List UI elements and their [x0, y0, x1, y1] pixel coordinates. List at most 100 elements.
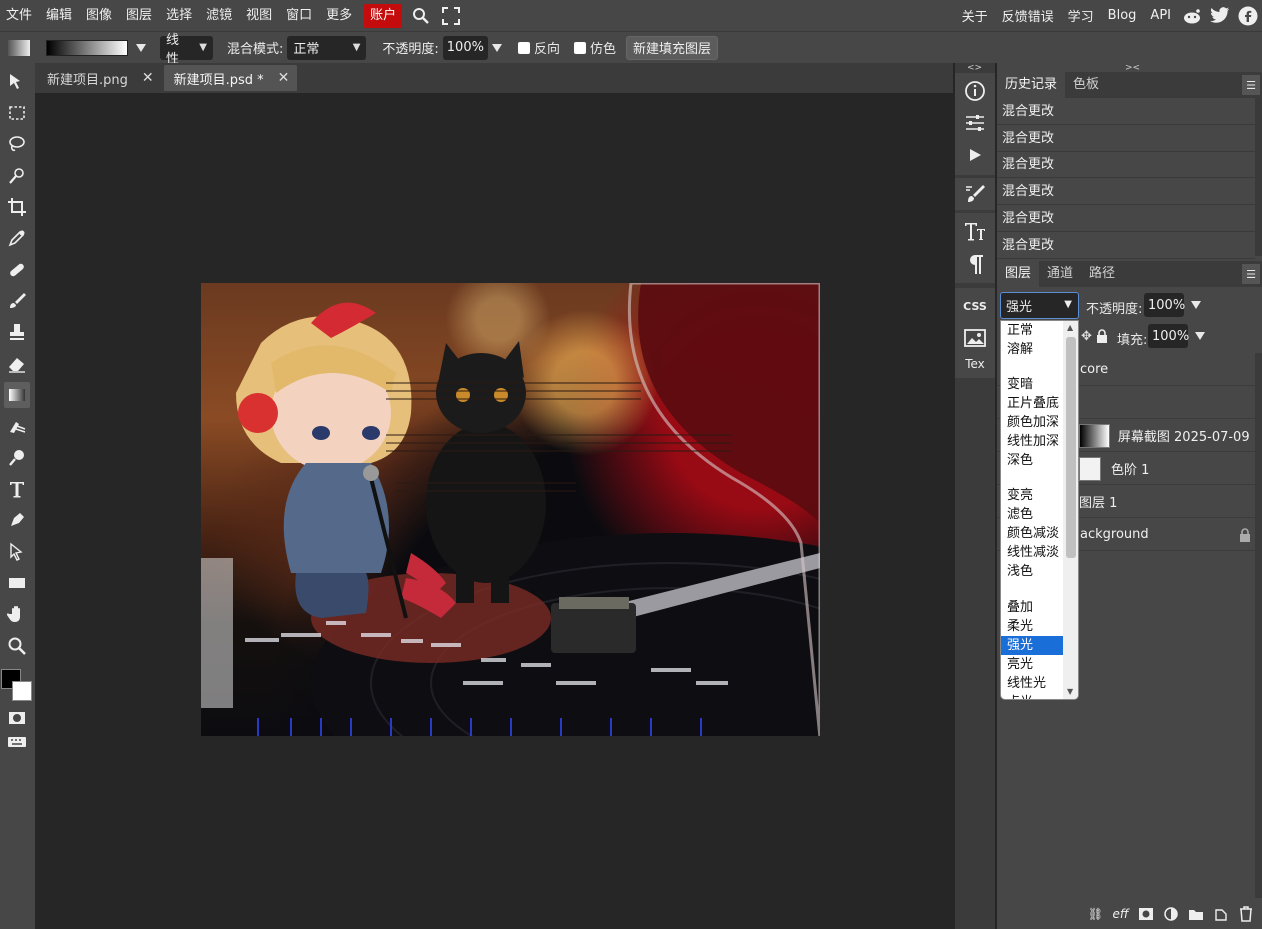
blend-option[interactable]: 颜色减淡 — [1001, 524, 1063, 543]
history-item[interactable]: 混合更改 — [997, 99, 1255, 125]
menu-view[interactable]: 视图 — [240, 4, 278, 28]
lock-icon[interactable] — [1096, 329, 1108, 347]
tab-new-project-psd[interactable]: 新建项目.psd * ✕ — [163, 65, 298, 91]
menu-file[interactable]: 文件 — [0, 4, 38, 28]
hand-tool-icon[interactable] — [4, 601, 30, 627]
fullscreen-icon[interactable] — [438, 4, 464, 28]
brush-settings-icon[interactable] — [958, 180, 992, 208]
blend-list-scrollbar[interactable]: ▲ ▼ — [1063, 321, 1078, 699]
info-icon[interactable] — [958, 77, 992, 105]
add-mask-icon[interactable] — [1133, 904, 1158, 924]
gradient-editor[interactable] — [46, 39, 128, 56]
new-layer-icon[interactable] — [1208, 904, 1233, 924]
healing-tool-icon[interactable] — [4, 257, 30, 283]
zoom-tool-icon[interactable] — [4, 633, 30, 659]
blend-mode-select[interactable]: 正常 ▼ — [287, 35, 367, 60]
lock-position-icon[interactable]: ✥ — [1081, 329, 1092, 344]
blend-option[interactable]: 溶解 — [1001, 340, 1063, 359]
effects-icon[interactable]: eff — [1108, 904, 1133, 924]
gradient-tool-icon[interactable] — [4, 382, 30, 408]
blend-option[interactable]: 正片叠底 — [1001, 394, 1063, 413]
blend-option[interactable]: 线性加深 — [1001, 432, 1063, 451]
link-api[interactable]: API — [1143, 8, 1178, 23]
blend-option[interactable]: 变暗 — [1001, 375, 1063, 394]
close-icon[interactable]: ✕ — [142, 70, 154, 86]
menu-icon[interactable]: ☰ — [1242, 75, 1260, 95]
scroll-down-icon[interactable]: ▼ — [1067, 687, 1073, 696]
path-select-tool-icon[interactable] — [4, 539, 30, 565]
blend-option-selected[interactable]: 强光 — [1001, 636, 1063, 655]
tex-panel-icon[interactable]: Tex — [958, 350, 992, 378]
tab-paths[interactable]: 路径 — [1081, 261, 1123, 287]
blend-option[interactable]: 变亮 — [1001, 486, 1063, 505]
stamp-tool-icon[interactable] — [4, 319, 30, 345]
menu-image[interactable]: 图像 — [80, 4, 118, 28]
history-item[interactable]: 混合更改 — [997, 206, 1255, 232]
collapse-icon[interactable]: <> — [967, 63, 982, 73]
move-tool-icon[interactable] — [4, 69, 30, 95]
tab-history[interactable]: 历史记录 — [997, 72, 1066, 98]
tab-swatches[interactable]: 色板 — [1065, 72, 1107, 98]
dither-checkbox[interactable] — [573, 41, 586, 54]
new-fill-layer-button[interactable]: 新建填充图层 — [625, 35, 718, 60]
blend-option[interactable]: 深色 — [1001, 451, 1063, 470]
canvas-area[interactable] — [35, 93, 953, 929]
history-item[interactable]: 混合更改 — [997, 179, 1255, 205]
blend-option[interactable]: 正常 — [1001, 321, 1063, 340]
marquee-tool-icon[interactable] — [4, 100, 30, 126]
layer-fill-slider-icon[interactable] — [1195, 332, 1205, 340]
character-icon[interactable] — [958, 217, 992, 245]
document-image[interactable] — [201, 283, 820, 736]
layer-opacity-input[interactable]: 100% — [1144, 293, 1185, 317]
blend-option[interactable]: 线性光 — [1001, 674, 1063, 693]
actions-play-icon[interactable] — [958, 141, 992, 169]
menu-filter[interactable]: 滤镜 — [200, 4, 238, 28]
history-item[interactable]: 混合更改 — [997, 126, 1255, 152]
layer-opacity-slider-icon[interactable] — [1191, 301, 1201, 309]
eraser-tool-icon[interactable] — [4, 351, 30, 377]
blend-option[interactable]: 叠加 — [1001, 598, 1063, 617]
menu-edit[interactable]: 编辑 — [40, 4, 78, 28]
tab-layers[interactable]: 图层 — [997, 261, 1040, 287]
tab-new-project-png[interactable]: 新建项目.png ✕ — [37, 65, 162, 91]
link-about[interactable]: 关于 — [955, 6, 995, 25]
gradient-dropdown-icon[interactable] — [136, 43, 146, 52]
tab-channels[interactable]: 通道 — [1039, 261, 1081, 287]
history-item[interactable]: 混合更改 — [997, 233, 1255, 259]
background-color-swatch[interactable] — [12, 681, 32, 701]
blend-option[interactable]: 浅色 — [1001, 562, 1063, 581]
brush-tool-icon[interactable] — [4, 288, 30, 314]
crop-tool-icon[interactable] — [4, 194, 30, 220]
folder-icon[interactable] — [1183, 904, 1208, 924]
keyboard-icon[interactable] — [4, 729, 30, 755]
text-tool-icon[interactable] — [4, 476, 30, 502]
link-blog[interactable]: Blog — [1101, 8, 1144, 23]
link-layers-icon[interactable]: ⛓ — [1083, 904, 1108, 924]
close-icon[interactable]: ✕ — [278, 70, 290, 86]
history-item[interactable]: 混合更改 — [997, 152, 1255, 178]
blend-option[interactable]: 线性减淡 — [1001, 543, 1063, 562]
history-scrollbar[interactable] — [1255, 98, 1262, 256]
blend-option[interactable]: 点光 — [1001, 693, 1063, 699]
css-panel-icon[interactable]: CSS — [958, 292, 992, 320]
adjustment-layer-icon[interactable] — [1158, 904, 1183, 924]
menu-select[interactable]: 选择 — [160, 4, 198, 28]
lasso-tool-icon[interactable] — [4, 131, 30, 157]
facebook-icon[interactable] — [1234, 4, 1262, 28]
opacity-input[interactable]: 100% — [442, 35, 488, 60]
layer-blend-mode-select[interactable]: 强光 ▼ — [1000, 292, 1079, 319]
scrollbar-thumb[interactable] — [1066, 337, 1076, 558]
menu-account[interactable]: 账户 — [364, 3, 403, 28]
shape-tool-icon[interactable] — [4, 570, 30, 596]
blend-option[interactable]: 滤色 — [1001, 505, 1063, 524]
pen-tool-icon[interactable] — [4, 507, 30, 533]
link-report-bug[interactable]: 反馈错误 — [995, 6, 1061, 25]
blend-option[interactable]: 柔光 — [1001, 617, 1063, 636]
gradient-tool-preview[interactable] — [8, 39, 30, 56]
adjustments-icon[interactable] — [958, 109, 992, 137]
reverse-checkbox[interactable] — [517, 41, 530, 54]
search-icon[interactable] — [408, 4, 434, 28]
opacity-slider-icon[interactable] — [491, 43, 502, 52]
reddit-icon[interactable] — [1178, 4, 1206, 28]
image-icon[interactable] — [958, 324, 992, 352]
